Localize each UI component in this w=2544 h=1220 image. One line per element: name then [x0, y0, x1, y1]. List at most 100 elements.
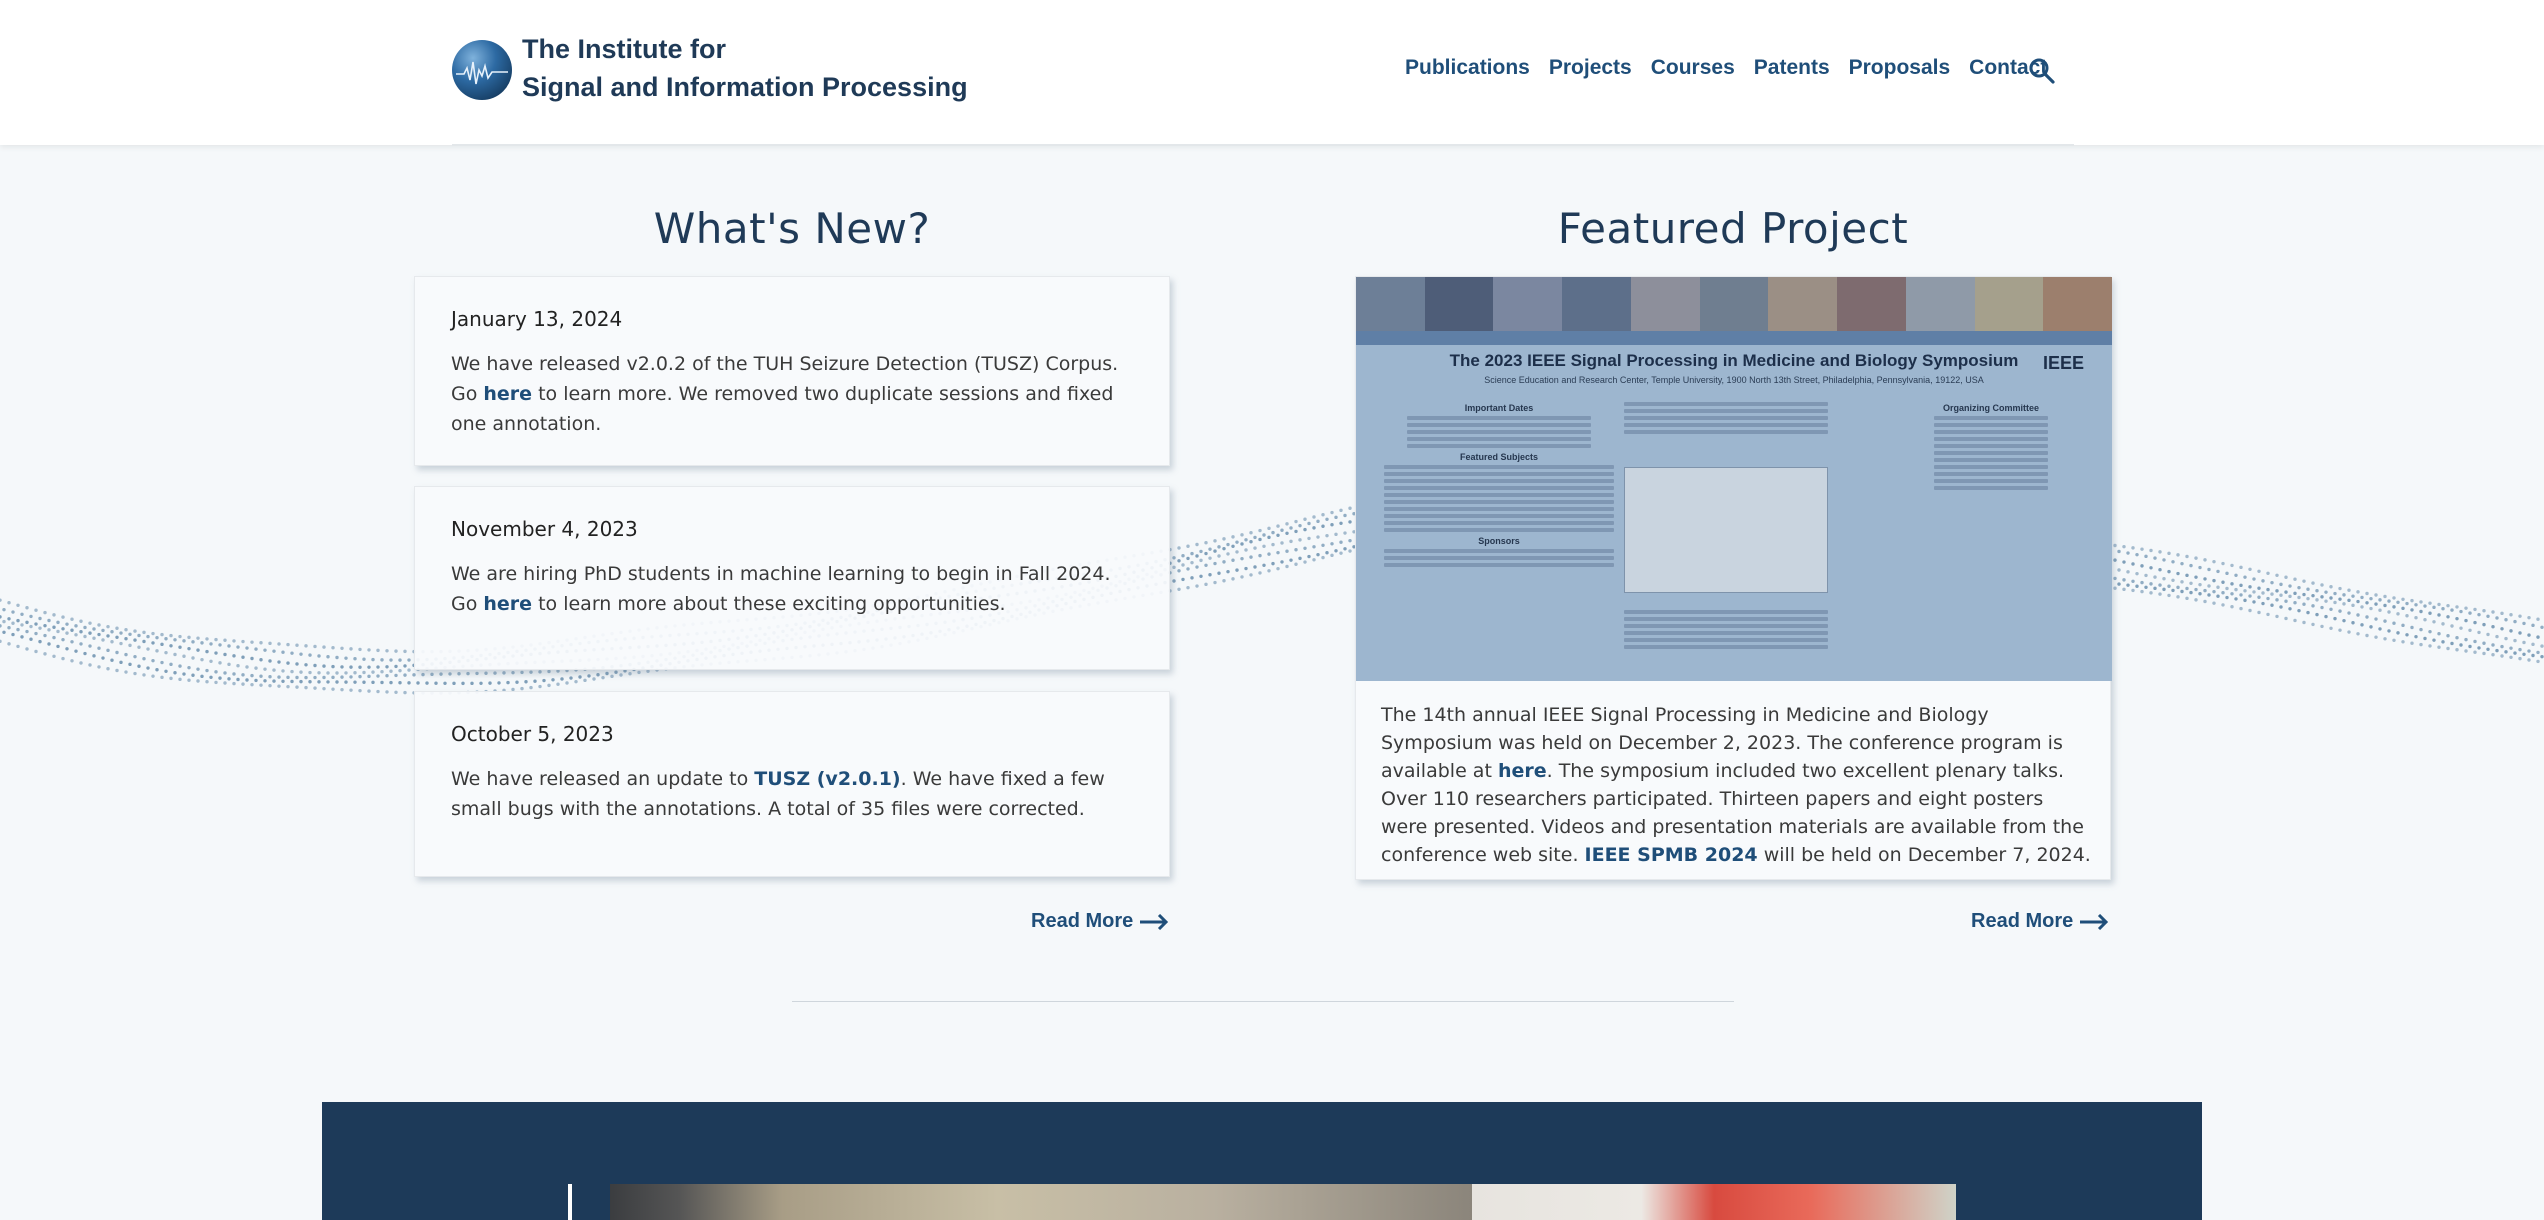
- wave-dot: [2540, 654, 2544, 659]
- wave-dot: [2135, 584, 2139, 588]
- wave-dot: [1204, 540, 1208, 545]
- wave-dot: [2239, 583, 2243, 588]
- wave-dot: [1267, 526, 1271, 531]
- nav-projects[interactable]: Projects: [1549, 56, 1632, 80]
- wave-dot: [2441, 640, 2445, 644]
- site-brand[interactable]: The Institute for Signal and Information…: [522, 30, 968, 106]
- wave-dot: [2167, 569, 2171, 574]
- wave-dot: [277, 675, 281, 679]
- wave-dot: [1231, 577, 1235, 581]
- spmb-2024-link[interactable]: IEEE SPMB 2024: [1585, 844, 1758, 866]
- gallery-photo[interactable]: [610, 1184, 1472, 1220]
- wave-dot: [2536, 635, 2540, 639]
- gallery-photo[interactable]: [1472, 1184, 1956, 1220]
- wave-dot: [2473, 639, 2477, 644]
- wave-dot: [2410, 608, 2414, 612]
- wave-dot: [1195, 554, 1199, 558]
- wave-dot: [2518, 631, 2522, 635]
- wave-dot: [1348, 520, 1352, 524]
- wave-dot: [2288, 584, 2292, 588]
- wave-dot: [2356, 599, 2360, 604]
- news-date: November 4, 2023: [451, 517, 638, 541]
- wave-dot: [322, 645, 326, 649]
- poster-figure: [1624, 467, 1828, 593]
- wave-dot: [178, 645, 182, 649]
- wave-dot: [2158, 550, 2162, 554]
- wave-dot: [2261, 579, 2265, 583]
- wave-dot: [214, 680, 218, 685]
- wave-dot: [2176, 571, 2180, 576]
- wave-dot: [34, 622, 38, 626]
- wave-dot: [2369, 625, 2373, 629]
- wave-dot: [2225, 586, 2229, 591]
- wave-dot: [1208, 556, 1212, 560]
- symposium-poster-image[interactable]: The 2023 IEEE Signal Processing in Medic…: [1356, 277, 2112, 681]
- wave-dot: [376, 648, 380, 653]
- wave-dot: [2455, 616, 2459, 621]
- wave-dot: [169, 644, 173, 648]
- wave-dot: [502, 671, 506, 675]
- featured-project-title: Featured Project: [1557, 204, 1909, 253]
- wave-dot: [0, 598, 2, 602]
- wave-dot: [187, 665, 191, 670]
- wave-dot: [2324, 590, 2328, 594]
- wave-dot: [187, 678, 191, 682]
- wave-dot: [2329, 626, 2333, 631]
- wave-dot: [1258, 571, 1262, 575]
- news-link[interactable]: here: [483, 383, 532, 405]
- header-divider: [452, 144, 2074, 146]
- wave-dot: [1262, 563, 1266, 568]
- nav-proposals[interactable]: Proposals: [1849, 56, 1951, 80]
- news-link[interactable]: TUSZ (v2.0.1): [754, 768, 900, 790]
- wave-dot: [1258, 553, 1262, 558]
- wave-dot: [124, 652, 128, 657]
- wave-dot: [65, 622, 69, 626]
- wave-dot: [376, 689, 380, 694]
- news-text: We are hiring PhD students in machine le…: [451, 559, 1133, 619]
- wave-dot: [1348, 506, 1352, 510]
- wave-dot: [2279, 593, 2283, 597]
- wave-dot: [403, 690, 407, 695]
- wave-dot: [259, 658, 263, 662]
- wave-dot: [2464, 606, 2468, 610]
- wave-dot: [2162, 577, 2166, 581]
- nav-publications[interactable]: Publications: [1405, 56, 1530, 80]
- wave-dot: [2464, 649, 2468, 653]
- nav-courses[interactable]: Courses: [1651, 56, 1735, 80]
- wave-dot: [2486, 632, 2490, 637]
- wave-dot: [236, 663, 240, 668]
- wave-dot: [2504, 636, 2508, 641]
- wave-dot: [290, 679, 294, 684]
- wave-dot: [106, 667, 110, 671]
- wave-dot: [2158, 583, 2162, 587]
- wave-dot: [2203, 588, 2207, 593]
- wave-dot: [2414, 616, 2418, 620]
- featured-read-more-link[interactable]: Read More: [1971, 910, 2109, 933]
- wave-dot: [2194, 598, 2198, 602]
- whats-new-read-more-link[interactable]: Read More: [1031, 910, 1169, 933]
- search-icon[interactable]: [2028, 57, 2056, 85]
- wave-dot: [2194, 556, 2198, 560]
- wave-dot: [0, 639, 2, 644]
- wave-dot: [2230, 563, 2234, 568]
- wave-dot: [2378, 598, 2382, 602]
- nav-patents[interactable]: Patents: [1754, 56, 1830, 80]
- news-link[interactable]: here: [483, 593, 532, 615]
- wave-dot: [34, 608, 38, 612]
- dotted-wave-decoration: [0, 485, 2544, 695]
- wave-dot: [1334, 549, 1338, 553]
- wave-dot: [1339, 521, 1343, 525]
- wave-dot: [394, 664, 398, 669]
- program-link[interactable]: here: [1498, 760, 1547, 782]
- wave-dot: [479, 681, 483, 685]
- section-divider: [792, 1001, 1734, 1002]
- wave-dot: [160, 632, 164, 637]
- globe-logo-icon[interactable]: [452, 40, 512, 100]
- news-card: October 5, 2023 We have released an upda…: [414, 691, 1170, 877]
- wave-dot: [349, 647, 353, 651]
- wave-dot: [2369, 606, 2373, 611]
- wave-dot: [214, 637, 218, 642]
- wave-dot: [1186, 544, 1190, 548]
- wave-dot: [1325, 551, 1329, 555]
- wave-dot: [1172, 565, 1176, 570]
